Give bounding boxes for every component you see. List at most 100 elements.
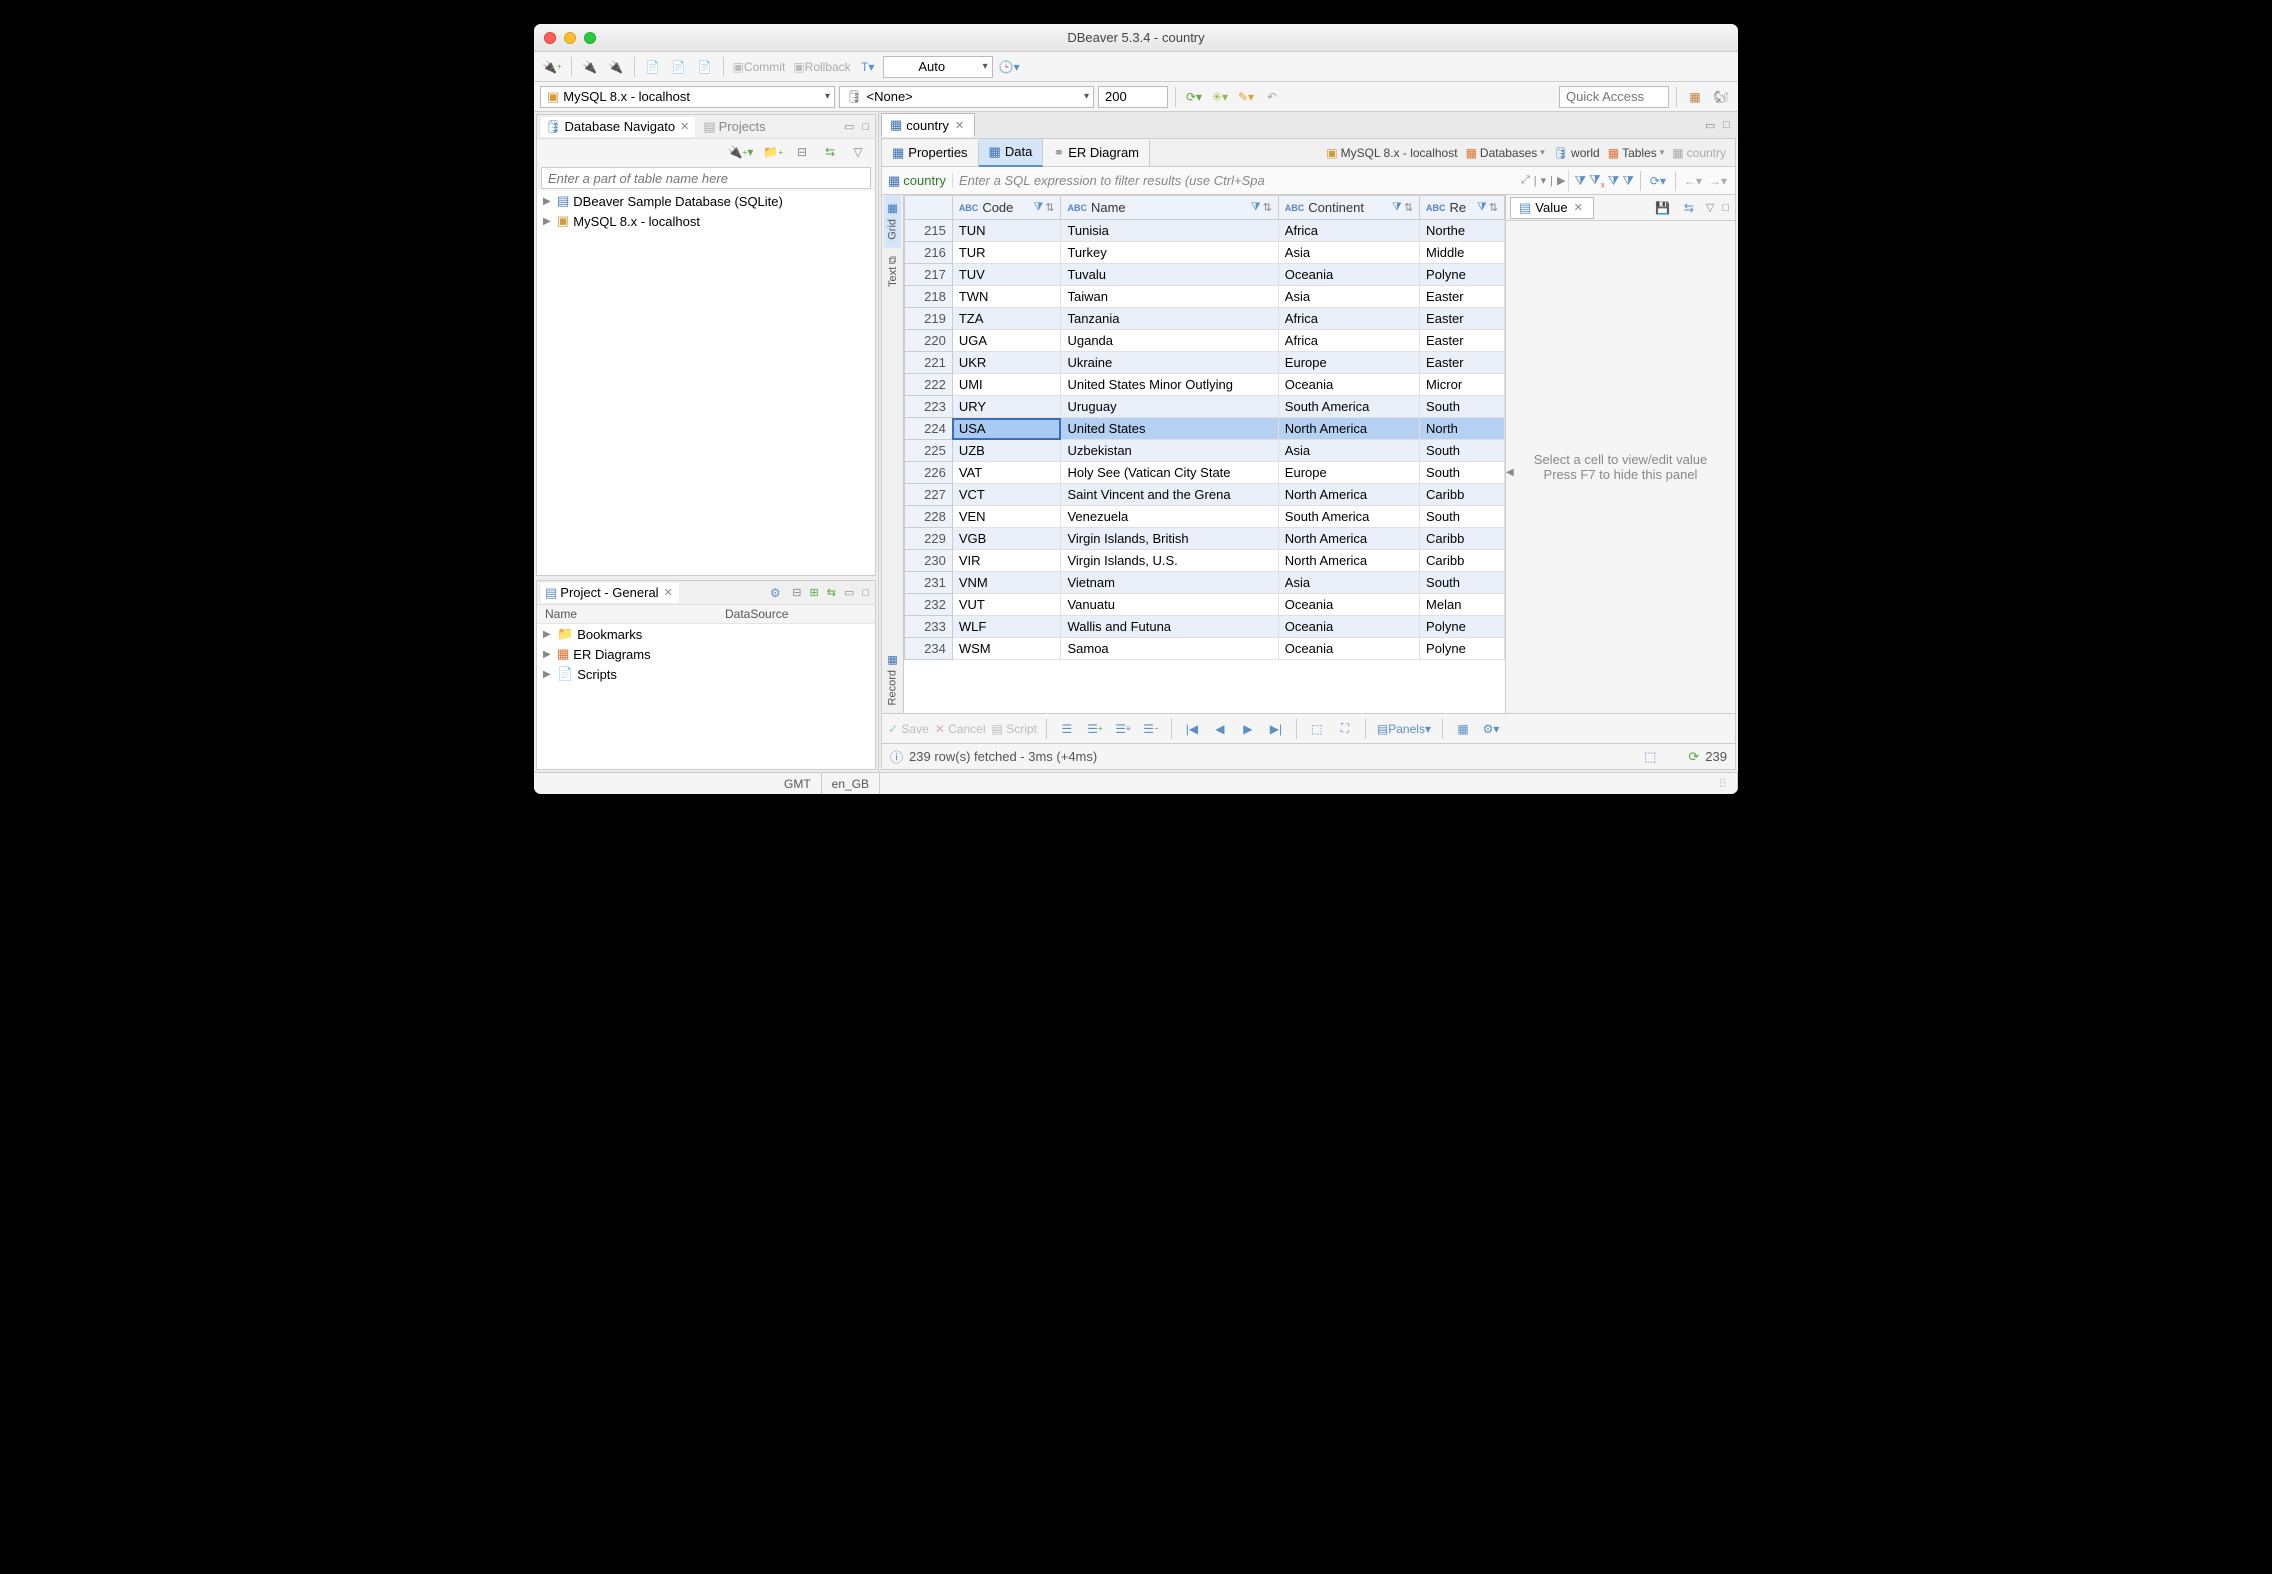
data-cell[interactable]: Caribb bbox=[1420, 550, 1505, 572]
data-cell[interactable]: Ukraine bbox=[1061, 352, 1278, 374]
data-cell[interactable]: Vanuatu bbox=[1061, 594, 1278, 616]
table-row[interactable]: 218TWNTaiwanAsiaEaster bbox=[905, 286, 1505, 308]
data-cell[interactable]: WLF bbox=[952, 616, 1061, 638]
data-cell[interactable]: Easter bbox=[1420, 352, 1505, 374]
undo-button[interactable]: ↶ bbox=[1261, 86, 1283, 108]
row-number-cell[interactable]: 217 bbox=[905, 264, 953, 286]
filter-menu-icon[interactable]: ▾ bbox=[1539, 174, 1549, 187]
locale-cell[interactable]: en_GB bbox=[822, 773, 880, 794]
data-cell[interactable]: South bbox=[1420, 572, 1505, 594]
execute-button[interactable]: ⟳▾ bbox=[1183, 86, 1205, 108]
filter-expression-input[interactable]: Enter a SQL expression to filter results… bbox=[952, 173, 1519, 188]
table-row[interactable]: 224USAUnited StatesNorth AmericaNorth bbox=[905, 418, 1505, 440]
projects-tab[interactable]: ▤ Projects bbox=[699, 117, 769, 137]
table-row[interactable]: 233WLFWallis and FutunaOceaniaPolyne bbox=[905, 616, 1505, 638]
table-row[interactable]: 220UGAUgandaAfricaEaster bbox=[905, 330, 1505, 352]
breadcrumb-tables[interactable]: ▦Tables▾ bbox=[1605, 146, 1668, 160]
data-cell[interactable]: North America bbox=[1278, 484, 1419, 506]
row-number-cell[interactable]: 234 bbox=[905, 638, 953, 660]
data-cell[interactable]: WSM bbox=[952, 638, 1061, 660]
breadcrumb-country[interactable]: ▦country bbox=[1669, 146, 1729, 160]
data-cell[interactable]: Easter bbox=[1420, 330, 1505, 352]
minimize-panel-icon[interactable]: ▭ bbox=[842, 120, 856, 133]
save-button[interactable]: ✓ Save bbox=[888, 722, 929, 736]
filter-save-icon[interactable]: ⧩ bbox=[1608, 173, 1620, 189]
data-cell[interactable]: Asia bbox=[1278, 440, 1419, 462]
project-col-name[interactable]: Name bbox=[545, 607, 725, 621]
table-row[interactable]: 217TUVTuvaluOceaniaPolyne bbox=[905, 264, 1505, 286]
collapse-handle-icon[interactable]: ◀ bbox=[1506, 467, 1514, 478]
new-connection-icon[interactable]: 🔌+▾ bbox=[726, 141, 756, 163]
presentation-record-tab[interactable]: Record▦ bbox=[884, 646, 901, 713]
prev-page-icon[interactable]: ◀ bbox=[1209, 718, 1231, 740]
data-cell[interactable]: Asia bbox=[1278, 572, 1419, 594]
row-number-cell[interactable]: 228 bbox=[905, 506, 953, 528]
add-row-icon[interactable]: ☰+ bbox=[1084, 718, 1106, 740]
collapse-all-icon[interactable]: ⊟ bbox=[791, 141, 813, 163]
data-cell[interactable]: Middle bbox=[1420, 242, 1505, 264]
data-cell[interactable]: Taiwan bbox=[1061, 286, 1278, 308]
data-cell[interactable]: Micror bbox=[1420, 374, 1505, 396]
copy-row-icon[interactable]: ☰≡ bbox=[1112, 718, 1134, 740]
expand-filter-icon[interactable]: ⤢ bbox=[1519, 174, 1532, 187]
expand-arrow-icon[interactable]: ▶ bbox=[543, 196, 553, 207]
data-cell[interactable]: North America bbox=[1278, 528, 1419, 550]
refresh-icon[interactable]: ⟳▾ bbox=[1647, 170, 1669, 192]
refresh-count-icon[interactable]: ⟳ bbox=[1688, 749, 1699, 765]
data-cell[interactable]: TWN bbox=[952, 286, 1061, 308]
close-icon[interactable]: ✕ bbox=[678, 120, 691, 133]
data-cell[interactable]: Oceania bbox=[1278, 594, 1419, 616]
column-header-re[interactable]: ABCRe⧩⇅ bbox=[1420, 196, 1505, 220]
row-number-cell[interactable]: 226 bbox=[905, 462, 953, 484]
transaction-icon[interactable]: ⬚ bbox=[1644, 749, 1656, 765]
data-cell[interactable]: Oceania bbox=[1278, 374, 1419, 396]
fetch-size-input[interactable] bbox=[1098, 86, 1168, 108]
database-combo[interactable]: 🛢 <None> bbox=[839, 86, 1094, 108]
table-row[interactable]: 230VIRVirgin Islands, U.S.North AmericaC… bbox=[905, 550, 1505, 572]
data-cell[interactable]: United States bbox=[1061, 418, 1278, 440]
value-panel-tab[interactable]: ▤ Value ✕ bbox=[1510, 197, 1594, 219]
perspective-button[interactable]: 🐿 bbox=[1710, 86, 1732, 108]
data-cell[interactable]: Wallis and Futuna bbox=[1061, 616, 1278, 638]
value-menu-icon[interactable]: ▽ bbox=[1704, 201, 1716, 214]
table-row[interactable]: 228VENVenezuelaSouth AmericaSouth bbox=[905, 506, 1505, 528]
sql-editor-button[interactable]: 📄 bbox=[642, 56, 664, 78]
record-mode-icon[interactable]: ▦ bbox=[1452, 718, 1474, 740]
tx-log-button[interactable]: 🕒▾ bbox=[997, 56, 1022, 78]
apply-filter-icon[interactable]: ▶ bbox=[1555, 174, 1567, 187]
data-cell[interactable]: South America bbox=[1278, 506, 1419, 528]
datasource-combo[interactable]: ▣ MySQL 8.x - localhost bbox=[540, 86, 835, 108]
data-cell[interactable]: North America bbox=[1278, 550, 1419, 572]
data-cell[interactable]: South bbox=[1420, 440, 1505, 462]
edit-row-icon[interactable]: ☰ bbox=[1056, 718, 1078, 740]
data-cell[interactable]: URY bbox=[952, 396, 1061, 418]
table-row[interactable]: 225UZBUzbekistanAsiaSouth bbox=[905, 440, 1505, 462]
subtab-properties[interactable]: ▦Properties bbox=[882, 140, 979, 166]
data-cell[interactable]: Polyne bbox=[1420, 616, 1505, 638]
data-cell[interactable]: United States Minor Outlying bbox=[1061, 374, 1278, 396]
minimize-panel-icon[interactable]: ▭ bbox=[842, 586, 856, 599]
data-cell[interactable]: USA bbox=[952, 418, 1061, 440]
sql-editor-new-button[interactable]: 📄 bbox=[668, 56, 690, 78]
data-cell[interactable]: Africa bbox=[1278, 220, 1419, 242]
value-save-icon[interactable]: 💾 bbox=[1652, 197, 1674, 219]
data-cell[interactable]: Oceania bbox=[1278, 616, 1419, 638]
row-number-header[interactable] bbox=[905, 196, 953, 220]
data-cell[interactable]: Easter bbox=[1420, 308, 1505, 330]
perspective-db-button[interactable]: ▦ bbox=[1684, 86, 1706, 108]
data-cell[interactable]: TUN bbox=[952, 220, 1061, 242]
data-cell[interactable]: North America bbox=[1278, 418, 1419, 440]
data-cell[interactable]: Northe bbox=[1420, 220, 1505, 242]
next-page-icon[interactable]: ▶ bbox=[1237, 718, 1259, 740]
data-cell[interactable]: South bbox=[1420, 506, 1505, 528]
table-row[interactable]: 216TURTurkeyAsiaMiddle bbox=[905, 242, 1505, 264]
data-cell[interactable]: Uruguay bbox=[1061, 396, 1278, 418]
row-number-cell[interactable]: 227 bbox=[905, 484, 953, 506]
data-cell[interactable]: Tanzania bbox=[1061, 308, 1278, 330]
expand-arrow-icon[interactable]: ▶ bbox=[543, 216, 553, 227]
data-cell[interactable]: Venezuela bbox=[1061, 506, 1278, 528]
view-menu-icon[interactable]: ▽ bbox=[847, 141, 869, 163]
close-icon[interactable]: ✕ bbox=[662, 586, 675, 599]
connect-button[interactable]: 🔌 bbox=[579, 56, 601, 78]
data-cell[interactable]: Holy See (Vatican City State bbox=[1061, 462, 1278, 484]
